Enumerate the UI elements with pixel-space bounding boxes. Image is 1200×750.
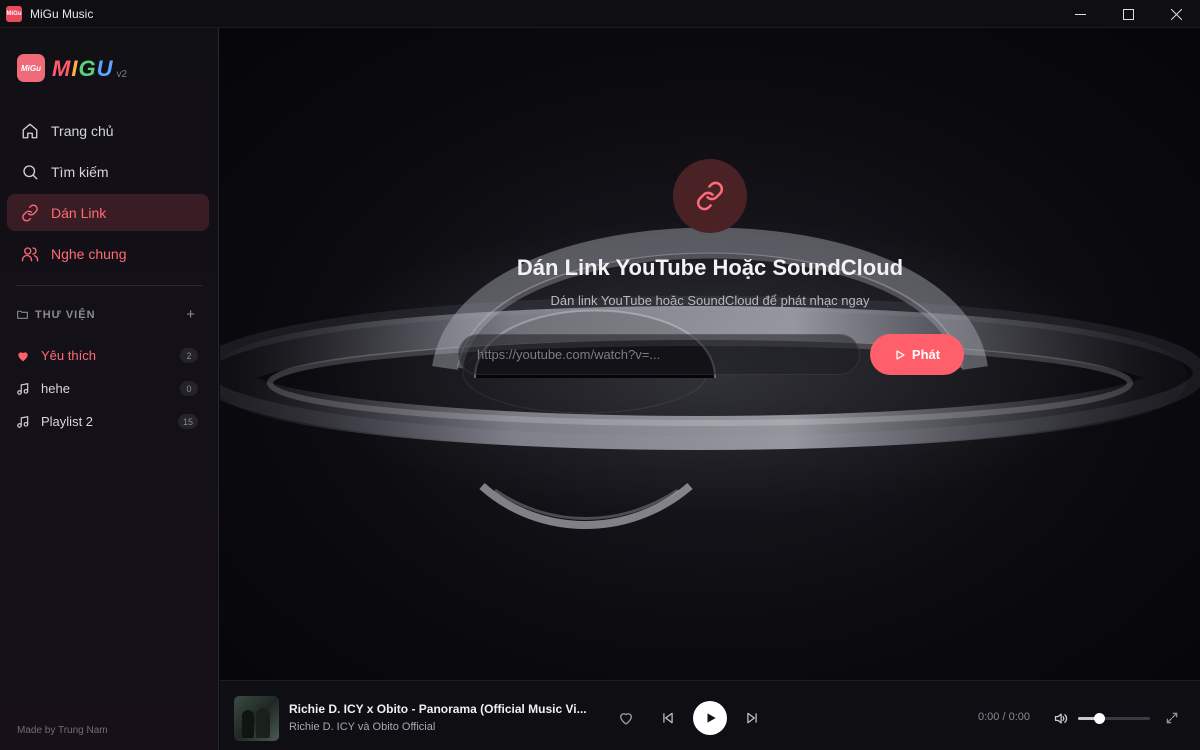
playlist-name: Yêu thích	[41, 348, 96, 363]
logo-wordmark: MIGU	[52, 56, 113, 82]
album-cover[interactable]	[234, 696, 279, 741]
playlist-item-hehe[interactable]: hehe 0	[16, 372, 200, 405]
title-bar: MiGu MiGu Music	[0, 0, 1200, 28]
link-badge	[673, 159, 747, 233]
music-note-icon	[17, 382, 29, 395]
logo-letter: M	[52, 56, 72, 81]
add-playlist-button[interactable]: +	[186, 306, 196, 323]
playlist-count-badge: 15	[177, 414, 198, 429]
page-subtitle: Dán link YouTube hoặc SoundCloud để phát…	[550, 293, 870, 308]
logo-version: v2	[116, 69, 128, 80]
maximize-icon	[1122, 8, 1134, 20]
playlist-list: Yêu thích 2 hehe 0 Playlist 2 15	[16, 339, 200, 438]
close-button[interactable]	[1152, 0, 1200, 28]
playlist-name: hehe	[41, 381, 70, 396]
nav-item-label: Nghe chung	[51, 245, 127, 262]
player-bar: Richie D. ICY x Obito - Panorama (Offici…	[220, 680, 1200, 750]
track-title[interactable]: Richie D. ICY x Obito - Panorama (Offici…	[289, 702, 599, 716]
playlist-item-playlist-2[interactable]: Playlist 2 15	[16, 405, 200, 438]
library-title: THƯ VIỆN	[35, 308, 96, 321]
link-icon	[22, 203, 38, 222]
main-content: Dán Link YouTube Hoặc SoundCloud Dán lin…	[220, 28, 1200, 680]
play-icon	[896, 349, 905, 360]
heart-icon[interactable]	[618, 710, 634, 726]
logo-badge: MiGu	[17, 54, 45, 82]
previous-icon[interactable]	[661, 711, 675, 725]
window-controls	[1056, 0, 1200, 28]
track-artist[interactable]: Richie D. ICY và Obito Official	[289, 721, 435, 733]
url-input[interactable]	[458, 334, 860, 375]
link-icon	[696, 181, 724, 211]
play-link-button[interactable]: Phát	[870, 334, 964, 375]
playlist-count-badge: 0	[180, 381, 198, 396]
app-icon: MiGu	[6, 5, 22, 22]
next-icon[interactable]	[745, 711, 759, 725]
expand-icon[interactable]	[1165, 711, 1179, 725]
heart-icon	[18, 351, 28, 361]
music-note-icon	[17, 415, 29, 428]
minimize-button[interactable]	[1056, 0, 1104, 28]
cover-figure	[256, 708, 270, 738]
play-pause-button[interactable]	[693, 701, 727, 735]
nav-item-search[interactable]: Tìm kiếm	[7, 153, 209, 190]
search-icon	[23, 164, 38, 179]
volume-knob[interactable]	[1094, 713, 1106, 724]
nav-item-label: Trang chủ	[51, 122, 114, 139]
footer-credit: Made by Trung Nam	[17, 725, 108, 736]
main-nav: Trang chủ Tìm kiếm Dán Link Nghe chung	[7, 112, 209, 276]
sidebar: MiGu MIGU v2 Trang chủ Tìm kiếm Dán Link…	[0, 28, 219, 750]
playlist-count-badge: 2	[180, 348, 198, 363]
nav-item-paste-link[interactable]: Dán Link	[7, 194, 209, 231]
window-title: MiGu Music	[30, 6, 94, 21]
nav-item-label: Tìm kiếm	[51, 163, 109, 180]
logo-badge-text: MiGu	[21, 63, 41, 73]
page-title: Dán Link YouTube Hoặc SoundCloud	[516, 255, 904, 280]
app-icon-text: MiGu	[6, 10, 22, 17]
users-icon	[21, 246, 39, 261]
close-icon	[1170, 8, 1182, 20]
maximize-button[interactable]	[1104, 0, 1152, 28]
cover-figure	[242, 710, 254, 738]
logo-letter: G	[78, 56, 97, 81]
volume-slider[interactable]	[1078, 713, 1150, 724]
volume-icon[interactable]	[1053, 711, 1068, 726]
playlist-name: Playlist 2	[41, 414, 94, 429]
folder-icon	[17, 310, 28, 319]
play-icon	[707, 713, 716, 723]
nav-item-label: Dán Link	[51, 204, 107, 221]
app-logo[interactable]: MiGu MIGU v2	[17, 54, 127, 82]
library-header: THƯ VIỆN +	[16, 306, 196, 323]
nav-item-listen-together[interactable]: Nghe chung	[7, 235, 209, 272]
time-readout: 0:00 / 0:00	[978, 711, 1030, 723]
playlist-item-favorites[interactable]: Yêu thích 2	[16, 339, 200, 372]
play-link-label: Phát	[911, 347, 941, 362]
nav-item-home[interactable]: Trang chủ	[7, 112, 209, 149]
sidebar-divider	[16, 285, 203, 286]
home-icon	[22, 123, 38, 138]
logo-letter: U	[96, 56, 114, 81]
minimize-icon	[1074, 13, 1086, 15]
